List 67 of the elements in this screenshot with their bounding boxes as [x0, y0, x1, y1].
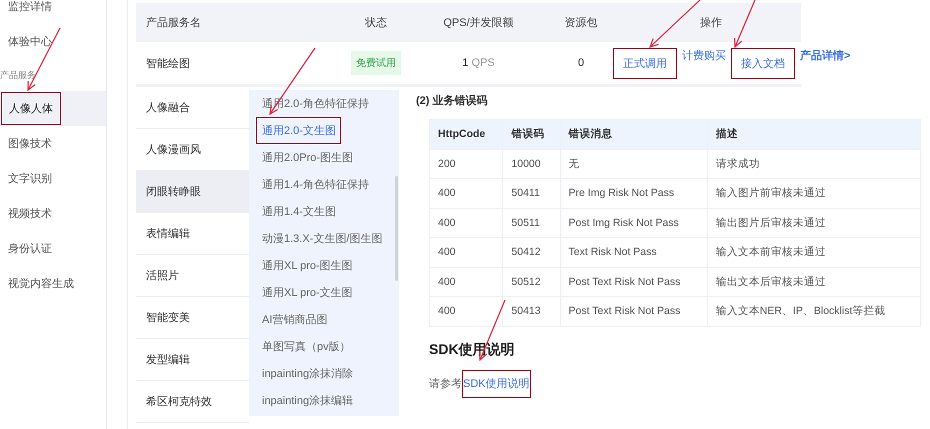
section-title: (2) 业务错误码: [416, 94, 488, 108]
menu-item[interactable]: 动漫1.3.X-文生图/图生图: [249, 225, 391, 252]
sdk-link[interactable]: SDK使用说明: [462, 370, 531, 398]
table-cell: 0: [578, 57, 584, 69]
sidebar-item[interactable]: 人像人体: [0, 91, 106, 126]
menu-item[interactable]: 通用XL pro-图生图: [249, 252, 391, 279]
sidebar-item[interactable]: 体验中心: [0, 24, 106, 59]
menu-item[interactable]: inpainting涂抹编辑: [249, 387, 391, 414]
table-cell: 50511: [502, 208, 560, 238]
sidebar-item[interactable]: 监控详情: [0, 0, 106, 24]
table-cell: 50412: [502, 238, 560, 267]
menu-item[interactable]: AI营销商品图: [249, 306, 391, 333]
table-cell: 输出文本后审核未通过: [707, 267, 920, 296]
sidebar-item[interactable]: 视频技术: [0, 196, 106, 231]
sidebar-item[interactable]: 文字识别: [0, 161, 106, 196]
action-link[interactable]: 产品详情>: [797, 48, 854, 78]
scrollbar[interactable]: [395, 176, 398, 281]
column-header: 状态: [364, 16, 388, 30]
table-cell: 400: [430, 208, 503, 238]
table-cell: 50512: [502, 267, 560, 296]
menu-item[interactable]: 通用2.0-文生图: [256, 117, 341, 144]
column-header: HttpCode: [430, 120, 503, 149]
table-cell: 400: [430, 178, 503, 208]
table-cell: Post Text Risk Not Pass: [560, 296, 708, 326]
menu-item[interactable]: 单图写真（pv版）: [249, 333, 391, 360]
column-header: 资源包: [564, 16, 598, 30]
table-cell: 200: [430, 149, 503, 178]
column-header: 描述: [707, 120, 920, 149]
menu-item[interactable]: inpainting涂抹消除: [249, 360, 391, 387]
annotation-arrow: [734, 0, 756, 48]
table-cell: 50411: [502, 178, 560, 208]
table-cell: 输入图片前审核未通过: [707, 178, 920, 208]
section-label: 产品服务: [0, 68, 36, 82]
table-cell: 输出图片后审核未通过: [707, 208, 920, 238]
column-header: QPS/并发限额: [442, 16, 515, 30]
table-cell: 400: [430, 267, 503, 296]
table-cell: 请求成功: [707, 149, 920, 178]
table-cell: 10000: [502, 149, 560, 178]
action-link[interactable]: 接入文档: [731, 48, 795, 78]
table-cell: 1 QPS: [462, 57, 495, 69]
action-link[interactable]: 正式调用: [613, 48, 677, 78]
table-cell-text: 智能绘图: [145, 56, 190, 70]
menu-item[interactable]: 通用1.4-文生图: [249, 198, 391, 225]
sidebar-item[interactable]: 图像技术: [0, 126, 106, 161]
menu-item[interactable]: 通用2.0Pro-图生图: [249, 144, 391, 171]
sidebar-item[interactable]: 身份认证: [0, 231, 106, 266]
table-cell: 400: [430, 238, 503, 267]
action-link[interactable]: 计费购买: [679, 48, 729, 78]
menu-item[interactable]: 通用1.4-角色特征保持: [249, 171, 391, 198]
table-cell: Post Img Risk Not Pass: [560, 208, 708, 238]
table-cell: Pre Img Risk Not Pass: [560, 178, 708, 208]
table-cell: 50413: [502, 296, 560, 326]
sidebar-item[interactable]: 视觉内容生成: [0, 266, 106, 301]
menu-item[interactable]: 通用XL pro-文生图: [249, 279, 391, 306]
column-header: 产品服务名: [145, 16, 202, 30]
table-cell: 无: [560, 149, 708, 178]
table-cell: Post Text Risk Not Pass: [560, 267, 708, 296]
column-header: 错误消息: [560, 120, 708, 149]
table-cell: 400: [430, 296, 503, 326]
table-cell: Text Risk Not Pass: [560, 238, 708, 267]
annotation-arrow: [649, 0, 700, 48]
service-row[interactable]: 闭眼转睁眼: [136, 171, 249, 213]
table-cell: 输入文本NER、IP、Blocklist等拦截: [707, 296, 920, 326]
table-cell: 输入文本前审核未通过: [707, 238, 920, 267]
column-header: 操作: [699, 16, 723, 30]
status-badge: 免费试用: [351, 51, 401, 75]
column-header: 错误码: [502, 120, 560, 149]
